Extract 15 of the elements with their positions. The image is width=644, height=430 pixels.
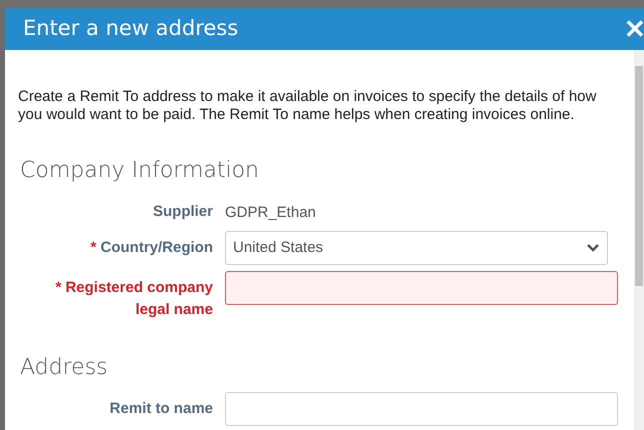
supplier-value: GDPR_Ethan bbox=[225, 203, 316, 221]
description-text: Create a Remit To address to make it available on invoices to specify the details of how you would want to be paid. The Remit To name helps when creating invoices online. bbox=[18, 88, 598, 124]
chevron-down-icon bbox=[586, 243, 600, 253]
section-heading: Company Information bbox=[19, 157, 260, 185]
field-label: * Registered company legal name bbox=[54, 278, 213, 320]
dialog-title: Enter a new address bbox=[23, 15, 238, 42]
close-button[interactable]: ✕ bbox=[624, 16, 644, 42]
field-label: * Country/Region bbox=[89, 238, 213, 258]
text-field[interactable] bbox=[225, 271, 618, 305]
field-label: Supplier bbox=[152, 202, 213, 222]
country-select[interactable]: United States bbox=[225, 231, 608, 265]
text-field[interactable] bbox=[225, 392, 618, 426]
field-label: Remit to name bbox=[108, 399, 213, 419]
scrollbar[interactable] bbox=[634, 50, 644, 430]
section-heading: Address bbox=[19, 354, 109, 382]
